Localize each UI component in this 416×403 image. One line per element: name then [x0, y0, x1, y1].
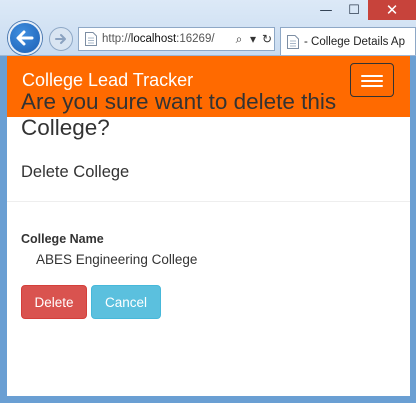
url-text[interactable]: http://localhost:16269/	[102, 33, 232, 45]
tab-page-icon	[287, 34, 299, 49]
back-button[interactable]	[8, 21, 42, 55]
browser-tab[interactable]: - College Details Ap	[280, 27, 416, 55]
address-bar[interactable]: http://localhost:16269/ ⌕ ▾ ↻	[78, 27, 275, 51]
window-controls: — ☐ ✕	[312, 0, 416, 22]
search-icon[interactable]: ⌕	[232, 32, 246, 47]
maximize-button[interactable]: ☐	[340, 0, 368, 20]
page-icon	[85, 32, 97, 46]
chevron-down-icon[interactable]: ▾	[246, 32, 260, 46]
delete-button[interactable]: Delete	[21, 285, 87, 319]
menu-icon	[361, 85, 383, 87]
menu-icon	[361, 75, 383, 77]
brand-link[interactable]: College Lead Tracker	[22, 70, 193, 91]
page-viewport: College Lead Tracker Are you sure want t…	[7, 56, 410, 396]
close-button[interactable]: ✕	[368, 0, 416, 20]
back-arrow-icon	[16, 30, 34, 46]
cancel-button[interactable]: Cancel	[91, 285, 161, 319]
browser-chrome: — ☐ ✕ http://localhost:16269/ ⌕ ▾ ↻ - Co…	[0, 0, 416, 56]
tab-title: - College Details Ap	[304, 35, 405, 48]
forward-arrow-icon	[55, 34, 66, 44]
forward-button[interactable]	[49, 27, 73, 51]
window-frame-bottom	[0, 396, 416, 403]
college-name-label: College Name	[21, 232, 104, 246]
confirm-question: Are you sure want to delete this College…	[21, 89, 337, 140]
college-name-value: ABES Engineering College	[36, 252, 198, 267]
minimize-button[interactable]: —	[312, 0, 340, 20]
refresh-icon[interactable]: ↻	[260, 32, 274, 46]
divider	[7, 201, 410, 202]
page-subtitle: Delete College	[21, 163, 130, 181]
menu-icon	[361, 80, 383, 82]
